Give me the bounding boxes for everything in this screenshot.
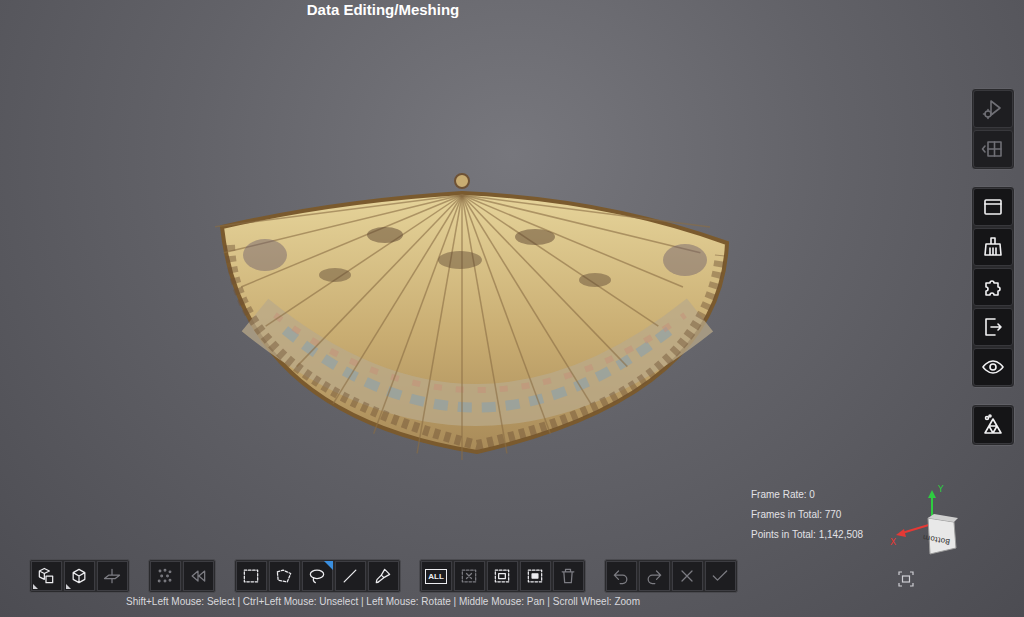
mouse-hint: Shift+Left Mouse: Select | Ctrl+Left Mou… (126, 593, 640, 610)
undo-icon (611, 566, 631, 586)
collapse-panel-icon (981, 137, 1005, 161)
stat-line: Points in Total: 1,142,508 (751, 528, 863, 542)
active-mark (324, 561, 333, 570)
polygon-select-button[interactable] (269, 561, 300, 591)
collapse-panel-button[interactable] (973, 130, 1013, 168)
mesh-icon (981, 413, 1005, 437)
invert-select-icon (492, 566, 512, 586)
cube-outline-button[interactable] (64, 561, 95, 591)
stat-line: Frames in Total: 770 (751, 508, 863, 522)
select-all-icon: ALL (425, 569, 447, 584)
window-icon (981, 195, 1005, 219)
cancel-icon (677, 566, 697, 586)
redo-icon (644, 566, 664, 586)
bottom-toolbar: ALL (29, 559, 738, 593)
play-settings-icon (981, 97, 1005, 121)
right-toolbar (766, 0, 1024, 617)
toolbar-group (971, 404, 1015, 446)
layer-cube-button[interactable] (31, 561, 62, 591)
mesh-button[interactable] (973, 406, 1013, 444)
clean-icon (981, 235, 1005, 259)
plugin-icon (981, 275, 1005, 299)
deselect-button[interactable] (454, 561, 485, 591)
export-button[interactable] (973, 308, 1013, 346)
plane-cut-icon (102, 566, 122, 586)
stat-line: Frame Rate: 0 (751, 488, 863, 502)
confirm-button[interactable] (705, 561, 736, 591)
plane-cut-button[interactable] (97, 561, 128, 591)
toolbar-group: ALL (419, 559, 586, 593)
points-icon (155, 566, 175, 586)
rewind-button[interactable] (183, 561, 214, 591)
undo-button[interactable] (606, 561, 637, 591)
delete-button[interactable] (553, 561, 584, 591)
brush-select-icon (373, 566, 393, 586)
confirm-icon (710, 566, 730, 586)
clean-button[interactable] (973, 228, 1013, 266)
cube-outline-icon (69, 566, 89, 586)
mode-title: Data Editing/Meshing (307, 0, 460, 28)
toolbar-group (971, 186, 1015, 388)
scan-stats: Frame Rate: 0 Frames in Total: 770 Points … (751, 488, 863, 542)
delete-icon (558, 566, 578, 586)
connected-select-button[interactable] (520, 561, 551, 591)
view-icon (981, 355, 1005, 379)
rect-select-icon (241, 566, 261, 586)
app-window: Data Editing/Meshing ALL Shift+Left Mouse:… (0, 0, 1024, 617)
export-icon (981, 315, 1005, 339)
deselect-icon (459, 566, 479, 586)
line-select-button[interactable] (335, 561, 366, 591)
rewind-icon (188, 566, 208, 586)
plugin-button[interactable] (973, 268, 1013, 306)
submenu-mark (66, 584, 71, 589)
select-all-button[interactable]: ALL (421, 561, 452, 591)
invert-select-button[interactable] (487, 561, 518, 591)
toolbar-group (604, 559, 738, 593)
points-button[interactable] (150, 561, 181, 591)
layer-cube-icon (36, 566, 56, 586)
toolbar-group (234, 559, 401, 593)
toolbar-group (29, 559, 130, 593)
polygon-select-icon (274, 566, 294, 586)
axis-gizmo[interactable]: Y X Bottom (886, 482, 966, 562)
fan-model[interactable] (215, 165, 735, 460)
svg-text:Y: Y (937, 484, 944, 494)
redo-button[interactable] (639, 561, 670, 591)
play-settings-button[interactable] (973, 90, 1013, 128)
line-select-icon (340, 566, 360, 586)
rect-select-button[interactable] (236, 561, 267, 591)
view-button[interactable] (973, 348, 1013, 386)
fit-view-icon[interactable] (898, 571, 914, 587)
toolbar-group (148, 559, 216, 593)
brush-select-button[interactable] (368, 561, 399, 591)
svg-text:Bottom: Bottom (922, 533, 951, 547)
lasso-select-button[interactable] (302, 561, 333, 591)
window-button[interactable] (973, 188, 1013, 226)
submenu-mark (33, 584, 38, 589)
toolbar-group (971, 88, 1015, 170)
svg-text:X: X (890, 537, 896, 547)
cancel-button[interactable] (672, 561, 703, 591)
connected-select-icon (525, 566, 545, 586)
